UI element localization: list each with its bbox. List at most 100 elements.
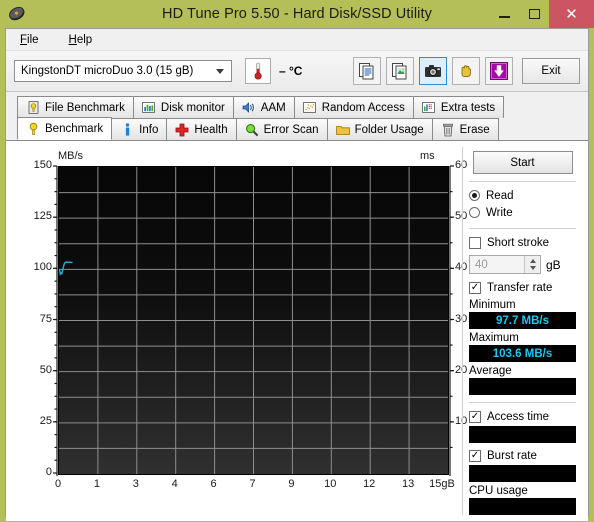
- tab-extra-tests[interactable]: Extra tests: [412, 96, 505, 118]
- magnifier-icon: [245, 123, 259, 137]
- divider-2: [469, 228, 576, 229]
- trash-icon: [441, 123, 455, 137]
- folder-icon: [335, 123, 350, 137]
- tab-folder-usage-label: Folder Usage: [354, 123, 424, 136]
- tab-random-access[interactable]: Random Access: [293, 96, 414, 118]
- checkbox-transfer-rate-label: Transfer rate: [487, 281, 553, 294]
- screenshot-button[interactable]: [419, 57, 447, 85]
- radio-write[interactable]: Write: [469, 204, 576, 221]
- exit-button[interactable]: Exit: [522, 58, 580, 84]
- hd-tune-window: HD Tune Pro 5.50 - Hard Disk/SSD Utility…: [0, 0, 594, 522]
- menu-item-file[interactable]: File: [16, 32, 43, 48]
- chart-ytick: 75: [39, 312, 52, 325]
- short-stroke-spinner[interactable]: 40: [469, 255, 541, 274]
- tab-folder-usage[interactable]: Folder Usage: [326, 118, 433, 140]
- spinner-up-icon[interactable]: [529, 259, 536, 263]
- divider-1: [469, 181, 576, 182]
- spinner-down-icon[interactable]: [529, 266, 536, 270]
- hand-icon: [461, 65, 471, 78]
- cpu-usage-value: [469, 498, 576, 515]
- cross-icon: [175, 123, 189, 137]
- checkbox-short-stroke[interactable]: Short stroke: [469, 234, 576, 251]
- tab-erase[interactable]: Erase: [431, 118, 499, 140]
- divider-3: [469, 402, 576, 403]
- chart-canvas: [59, 167, 448, 474]
- tab-info[interactable]: Info: [111, 118, 168, 140]
- exit-button-label: Exit: [541, 65, 561, 77]
- speaker-icon: [242, 101, 256, 115]
- menu-item-help[interactable]: Help: [65, 32, 97, 48]
- checkbox-burst-rate[interactable]: ✓ Burst rate: [469, 447, 576, 464]
- tab-extra-tests-label: Extra tests: [440, 101, 496, 114]
- shake-button[interactable]: [452, 57, 480, 85]
- chart-xtick: 4: [171, 478, 178, 490]
- thermometer-icon: [254, 62, 262, 80]
- minimize-button[interactable]: [489, 0, 519, 28]
- maximize-button[interactable]: [519, 0, 549, 28]
- chart-xtick: 15gB: [429, 478, 455, 490]
- close-button[interactable]: ✕: [549, 0, 594, 28]
- tab-health-label: Health: [194, 123, 228, 136]
- radio-read-indicator: [469, 190, 480, 201]
- checkbox-burst-rate-label: Burst rate: [487, 449, 537, 462]
- tab-benchmark-label: Benchmark: [45, 122, 104, 135]
- chevron-down-icon: [216, 68, 224, 74]
- drive-select[interactable]: KingstonDT microDuo 3.0 (15 gB): [14, 60, 232, 82]
- menu-bar: File Help: [6, 29, 588, 51]
- short-stroke-unit: gB: [546, 257, 561, 272]
- chart-xtick: 9: [288, 478, 295, 490]
- tab-row-2: Benchmark Info Health Error Scan Folder …: [17, 117, 588, 140]
- minimize-icon: [498, 16, 510, 18]
- save-button[interactable]: [485, 57, 513, 85]
- short-stroke-value: 40: [475, 258, 488, 271]
- file-benchmark-icon: [26, 101, 40, 115]
- bulb-icon: [26, 122, 40, 136]
- minimum-label: Minimum: [469, 299, 516, 311]
- copy-image-button[interactable]: [386, 57, 414, 85]
- chart-xtick: 13: [401, 478, 415, 490]
- start-button-label: Start: [510, 156, 535, 169]
- chart-xtick: 7: [249, 478, 256, 490]
- radio-write-indicator: [469, 207, 480, 218]
- toolbar-icon-group: [353, 57, 513, 85]
- average-label: Average: [469, 365, 512, 377]
- chart-ytick: 0: [45, 466, 52, 478]
- tab-random-access-label: Random Access: [321, 101, 405, 114]
- tab-error-scan-label: Error Scan: [263, 123, 319, 136]
- chart-ylabel: MB/s: [58, 150, 84, 162]
- tab-health[interactable]: Health: [166, 118, 237, 140]
- checkbox-transfer-rate-indicator: ✓: [469, 281, 481, 294]
- radio-read[interactable]: Read: [469, 187, 576, 204]
- checkbox-short-stroke-label: Short stroke: [487, 236, 549, 249]
- checkbox-access-time-label: Access time: [487, 410, 549, 423]
- chart-xtick: 0: [54, 478, 62, 490]
- close-icon: ✕: [565, 5, 578, 23]
- checkbox-transfer-rate[interactable]: ✓ Transfer rate: [469, 279, 576, 296]
- chart-plot-area: [58, 166, 449, 475]
- start-button[interactable]: Start: [472, 151, 573, 174]
- average-value: [469, 378, 576, 395]
- bar-chart-icon: [142, 101, 156, 115]
- minimum-value: 97.7 MB/s: [469, 312, 576, 329]
- tab-benchmark[interactable]: Benchmark: [17, 117, 113, 140]
- tab-aam-label: AAM: [260, 101, 286, 114]
- chart-xtick: 10: [324, 478, 337, 490]
- checkbox-access-time[interactable]: ✓ Access time: [469, 408, 576, 425]
- chart-xtick: 12: [363, 478, 376, 490]
- spinner-arrows[interactable]: [524, 256, 540, 273]
- chart-ytick: 125: [33, 210, 52, 223]
- toolbar: KingstonDT microDuo 3.0 (15 gB) – °C Exi…: [6, 51, 588, 92]
- copy-text-button[interactable]: [353, 57, 381, 85]
- maximize-icon: [528, 9, 540, 19]
- info-icon: [120, 122, 134, 137]
- chart-y2label: ms: [420, 150, 435, 162]
- tab-aam[interactable]: AAM: [232, 96, 295, 118]
- tab-error-scan[interactable]: Error Scan: [235, 118, 328, 140]
- maximum-value: 103.6 MB/s: [469, 345, 576, 362]
- tab-disk-monitor[interactable]: Disk monitor: [132, 96, 234, 118]
- access-time-value: [469, 426, 576, 443]
- chart-xtick: 3: [132, 478, 139, 490]
- benchmark-options-panel: Start Read Write Short stroke 40 gB ✓ Tr…: [462, 147, 582, 515]
- tab-file-benchmark[interactable]: File Benchmark: [17, 96, 134, 118]
- title-bar: HD Tune Pro 5.50 - Hard Disk/SSD Utility…: [0, 0, 594, 28]
